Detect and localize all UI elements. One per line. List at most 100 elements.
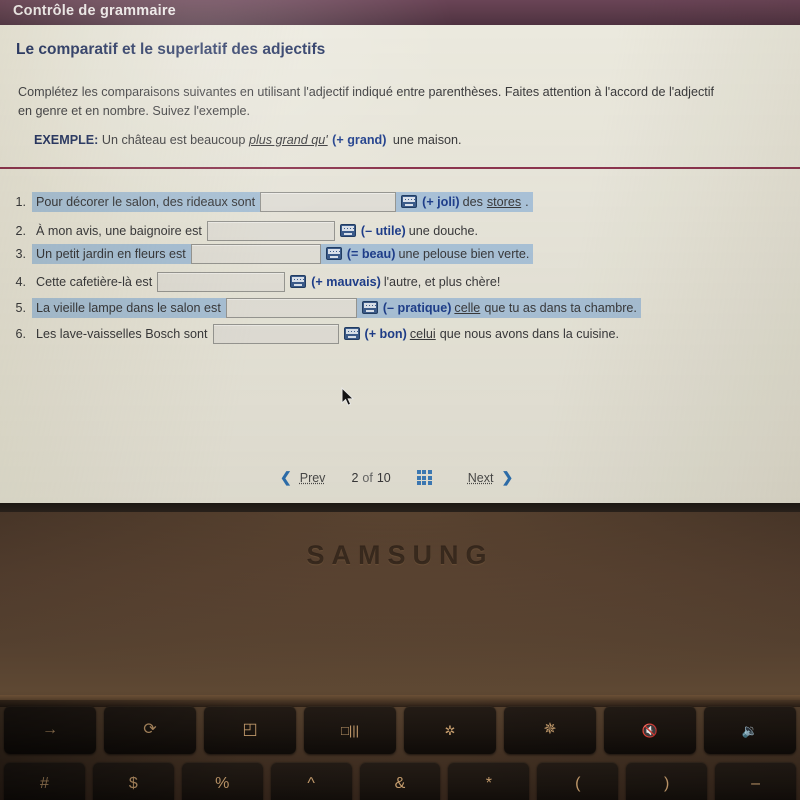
grid-view-icon[interactable]: [416, 470, 432, 485]
example-after: une maison.: [392, 133, 462, 147]
exercise-link-5[interactable]: celle: [454, 301, 480, 315]
fullscreen-key[interactable]: ◰: [204, 706, 296, 754]
exercise-after-4: l'autre, et plus chère!: [383, 274, 501, 289]
instructions-block: Complétez les comparaisons suivantes en …: [18, 83, 800, 120]
exercise-prompt-2: À mon avis, une baignoire est: [36, 223, 202, 238]
exercise-cue-4: (+ mauvais): [311, 274, 381, 289]
exercise-cue-1: (+ joli): [422, 194, 460, 209]
answer-input-3[interactable]: [190, 243, 321, 264]
volume-icon: 🔉: [741, 722, 759, 738]
exercise-prompt-6: Les lave-vaisselles Bosch sont: [36, 326, 208, 341]
keyboard-number-row: # $ % ^ & * ( ) –: [0, 762, 800, 800]
example-before: Un château est beaucoup: [101, 133, 246, 147]
brightness-up-key[interactable]: ✵: [504, 706, 596, 754]
mouse-pointer: [341, 386, 355, 412]
answer-input-2[interactable]: [206, 220, 335, 241]
chevron-right-icon[interactable]: ❯: [501, 469, 513, 486]
keyboard: → ⟳ ◰ □||| ✲ ✵ 🔇 🔉 # $ % ^ & * ( ) –: [0, 700, 800, 800]
accent-keyboard-icon-1[interactable]: [401, 195, 418, 208]
exercise-number-5: 5.: [15, 301, 26, 315]
accent-keyboard-icon-5[interactable]: [361, 301, 378, 314]
volume-down-key[interactable]: 🔉: [704, 706, 796, 754]
exercise-row-3: 3. Un petit jardin en fleurs est (= beau…: [0, 243, 534, 265]
accent-keyboard-icon-6[interactable]: [343, 327, 360, 340]
laptop-screen: Contrôle de grammaire Le comparatif et l…: [0, 0, 800, 505]
answer-input-6[interactable]: [212, 323, 339, 344]
paren-close-glyph: ): [664, 775, 670, 792]
key-minus[interactable]: –: [715, 762, 797, 800]
exercise-number-1: 1.: [15, 195, 26, 209]
exercise-cue-3: (= beau): [346, 246, 396, 261]
exercise-row-2: 2. À mon avis, une baignoire est (– util…: [0, 220, 482, 242]
exercise-end-6: que nous avons dans la cuisine.: [439, 326, 619, 341]
fullscreen-icon: ◰: [242, 721, 258, 738]
accent-keyboard-icon-4[interactable]: [290, 275, 307, 288]
page-title: Le comparatif et le superlatif des adjec…: [16, 41, 326, 58]
prev-page-button[interactable]: Prev: [300, 471, 326, 485]
answer-input-4[interactable]: [157, 271, 286, 292]
exercise-number-2: 2.: [15, 224, 26, 238]
exercise-prompt-5: La vieille lampe dans le salon est: [36, 300, 221, 315]
answer-input-1[interactable]: [260, 191, 397, 212]
exercise-number-4: 4.: [15, 275, 26, 289]
key-paren-open[interactable]: (: [537, 762, 619, 800]
example-label: EXEMPLE:: [34, 133, 99, 147]
exercise-cue-2: (– utile): [360, 223, 406, 238]
reload-key[interactable]: ⟳: [104, 706, 196, 754]
example-sentence: EXEMPLE: Un château est beaucoup plus gr…: [34, 133, 462, 147]
pagination-bar: ❮ Prev 2 of 10 Next ❯: [280, 469, 513, 486]
example-answer: plus grand qu': [248, 133, 328, 147]
brand-logo: SAMSUNG: [306, 540, 494, 570]
key-paren-close[interactable]: ): [626, 762, 708, 800]
key-caret[interactable]: ^: [270, 762, 352, 800]
back-arrow-icon: →: [42, 721, 58, 738]
minus-glyph: –: [751, 775, 761, 792]
caret-glyph: ^: [307, 775, 315, 792]
overview-windows-icon: □|||: [341, 722, 359, 738]
answer-input-5[interactable]: [225, 297, 357, 318]
current-page-number: 2: [351, 470, 359, 485]
app-title: Contrôle de grammaire: [13, 3, 176, 19]
exercise-number-3: 3.: [15, 247, 26, 261]
exercise-cue-5: (– pratique): [382, 300, 452, 315]
photograph-of-laptop-screen: Contrôle de grammaire Le comparatif et l…: [0, 0, 800, 800]
overview-windows-key[interactable]: □|||: [304, 706, 396, 754]
key-dollar[interactable]: $: [92, 762, 174, 800]
exercise-after-2: une douche.: [408, 223, 479, 238]
exercise-link-1[interactable]: stores: [487, 195, 521, 209]
brightness-down-key[interactable]: ✲: [404, 706, 496, 754]
exercise-row-1: 1. Pour décorer le salon, des rideaux so…: [0, 191, 533, 213]
ampersand-glyph: &: [394, 775, 406, 792]
exercise-after-3: une pelouse bien verte.: [398, 246, 530, 261]
mute-key[interactable]: 🔇: [604, 706, 696, 754]
brightness-up-icon: ✵: [543, 721, 557, 738]
key-asterisk[interactable]: *: [448, 762, 530, 800]
exercise-cue-6: (+ bon): [364, 326, 407, 341]
reload-icon: ⟳: [143, 721, 157, 738]
hash-glyph: #: [39, 775, 49, 792]
mute-icon: 🔇: [641, 722, 659, 738]
key-ampersand[interactable]: &: [359, 762, 441, 800]
section-divider: [0, 167, 800, 169]
example-cue: (+ grand): [332, 133, 387, 147]
key-percent[interactable]: %: [181, 762, 263, 800]
key-hash[interactable]: #: [4, 762, 85, 800]
accent-keyboard-icon-2[interactable]: [339, 224, 356, 237]
asterisk-glyph: *: [485, 775, 493, 792]
exercise-row-5: 5. La vieille lampe dans le salon est (–…: [0, 297, 641, 319]
dollar-glyph: $: [128, 775, 138, 792]
page-of-label: of: [362, 470, 373, 485]
exercise-prompt-1: Pour décorer le salon, des rideaux sont: [36, 194, 256, 209]
exercise-row-6: 6. Les lave-vaisselles Bosch sont (+ bon…: [0, 323, 623, 345]
chevron-left-icon[interactable]: ❮: [280, 469, 292, 486]
accent-keyboard-icon-3[interactable]: [325, 247, 342, 260]
exercise-row-4: 4. Cette cafetière-là est (+ mauvais) l'…: [0, 271, 504, 293]
exercise-link-6[interactable]: celui: [410, 327, 436, 341]
exercise-prompt-4: Cette cafetière-là est: [36, 274, 153, 289]
instructions-line-1: Complétez les comparaisons suivantes en …: [18, 85, 715, 99]
next-page-button[interactable]: Next: [468, 471, 494, 485]
exercise-after-1: des: [462, 194, 483, 209]
exercise-prompt-3: Un petit jardin en fleurs est: [36, 246, 186, 261]
paren-open-glyph: (: [575, 775, 581, 792]
back-arrow-key[interactable]: →: [4, 706, 96, 754]
